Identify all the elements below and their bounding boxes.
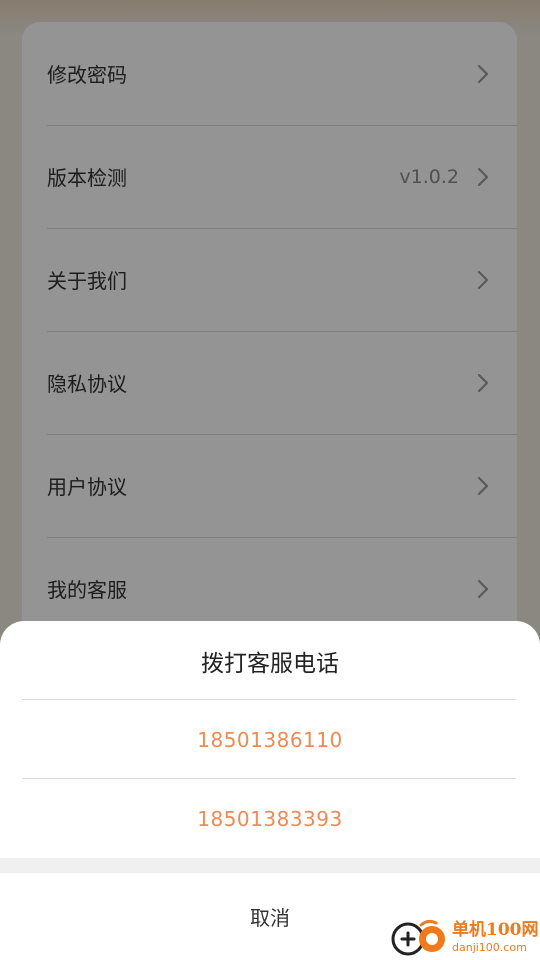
call-service-action-sheet: 拨打客服电话 18501386110 18501383393 取消 [0,621,540,960]
phone-option-1[interactable]: 18501386110 [0,700,540,779]
phone-option-2[interactable]: 18501383393 [0,779,540,858]
watermark: 单机100网 danji100.com [388,914,540,960]
section-gap [0,858,540,873]
watermark-title: 单机100网 [452,919,539,940]
watermark-url: danji100.com [452,940,527,954]
watermark-logo-icon [391,919,445,956]
action-sheet-title: 拨打客服电话 [201,650,339,677]
